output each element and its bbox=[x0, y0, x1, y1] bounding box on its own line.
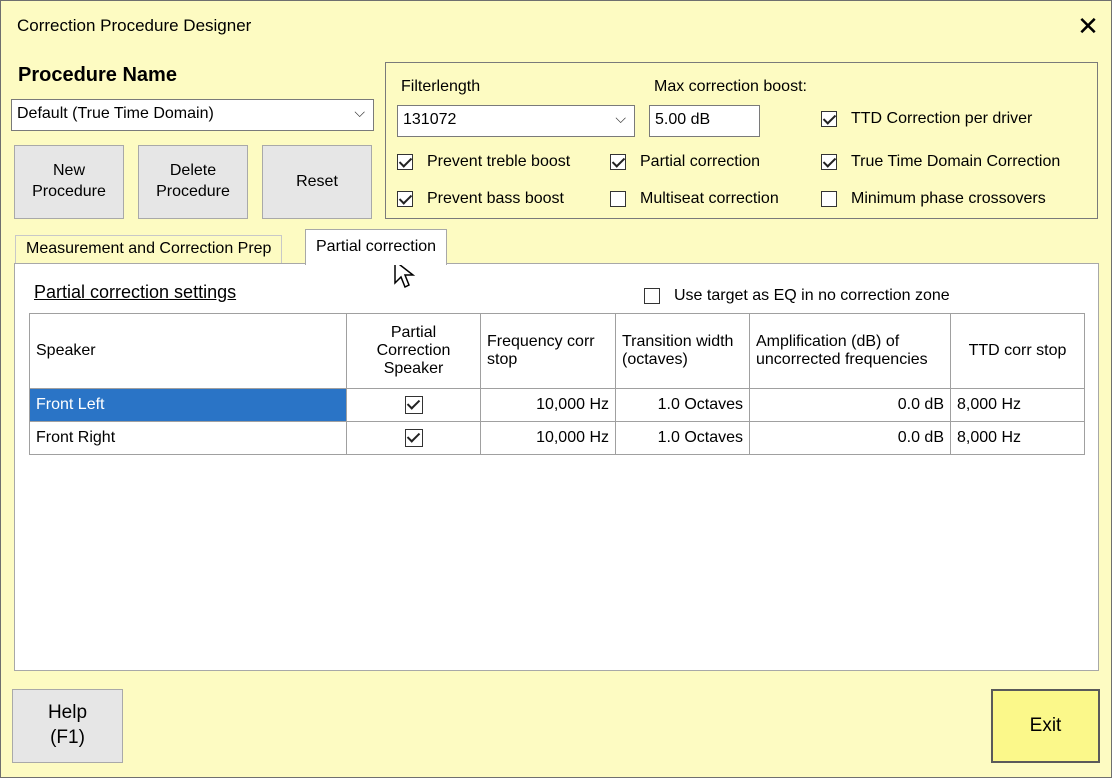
multiseat-correction-checkbox[interactable]: Multiseat correction bbox=[610, 190, 779, 208]
prevent-bass-boost-checkbox[interactable]: Prevent bass boost bbox=[397, 190, 564, 208]
checkbox-icon bbox=[821, 191, 837, 207]
max-boost-input[interactable]: 5.00 dB bbox=[649, 105, 760, 137]
checkbox-label: Minimum phase crossovers bbox=[851, 190, 1046, 207]
filterlength-select[interactable]: 131072 ⌵ bbox=[397, 105, 635, 137]
window-title: Correction Procedure Designer bbox=[17, 16, 252, 35]
checkbox-label: Multiseat correction bbox=[640, 190, 779, 207]
column-header-ttd[interactable]: TTD corr stop bbox=[950, 313, 1085, 389]
checkbox-icon[interactable] bbox=[404, 428, 423, 447]
reset-button[interactable]: Reset bbox=[262, 145, 372, 219]
column-header-partial[interactable]: Partial Correction Speaker bbox=[346, 313, 481, 389]
amp-cell[interactable]: 0.0 dB bbox=[749, 388, 951, 422]
column-header-transition[interactable]: Transition width (octaves) bbox=[615, 313, 750, 389]
checkbox-icon bbox=[610, 154, 626, 170]
checkbox-label: Use target as EQ in no correction zone bbox=[674, 287, 950, 304]
column-header-amplification[interactable]: Amplification (dB) of uncorrected freque… bbox=[749, 313, 951, 389]
new-procedure-button[interactable]: New Procedure bbox=[14, 145, 124, 219]
checkbox-label: Prevent bass boost bbox=[427, 190, 564, 207]
freq-cell[interactable]: 10,000 Hz bbox=[480, 421, 616, 455]
delete-procedure-button[interactable]: Delete Procedure bbox=[138, 145, 248, 219]
close-icon[interactable]: ✕ bbox=[1071, 9, 1105, 43]
partial-correction-checkbox[interactable]: Partial correction bbox=[610, 153, 760, 171]
procedure-name-label: Procedure Name bbox=[18, 64, 177, 86]
speaker-table: Speaker Partial Correction Speaker Frequ… bbox=[29, 313, 1085, 455]
tab-partial-correction[interactable]: Partial correction bbox=[305, 229, 448, 265]
partial-checkbox-cell[interactable] bbox=[346, 421, 481, 455]
title-bar: Correction Procedure Designer ✕ bbox=[1, 1, 1111, 51]
exit-button[interactable]: Exit bbox=[991, 689, 1100, 763]
column-header-frequency[interactable]: Frequency corr stop bbox=[480, 313, 616, 389]
true-time-domain-checkbox[interactable]: True Time Domain Correction bbox=[821, 153, 1060, 171]
checkbox-label: Prevent treble boost bbox=[427, 153, 571, 170]
table-row[interactable]: Front Right 10,000 Hz 1.0 Octaves 0.0 dB… bbox=[29, 421, 1085, 455]
transition-cell[interactable]: 1.0 Octaves bbox=[615, 421, 750, 455]
transition-cell[interactable]: 1.0 Octaves bbox=[615, 388, 750, 422]
procedure-select[interactable]: Default (True Time Domain) ⌵ bbox=[11, 99, 374, 131]
checkbox-icon bbox=[397, 191, 413, 207]
use-target-eq-checkbox[interactable]: Use target as EQ in no correction zone bbox=[644, 287, 950, 305]
checkbox-label: Partial correction bbox=[640, 153, 761, 170]
speaker-cell[interactable]: Front Right bbox=[29, 421, 347, 455]
chevron-down-icon: ⌵ bbox=[354, 104, 365, 120]
checkbox-icon bbox=[397, 154, 413, 170]
amp-cell[interactable]: 0.0 dB bbox=[749, 421, 951, 455]
partial-checkbox-cell[interactable] bbox=[346, 388, 481, 422]
tab-measurement-correction-prep[interactable]: Measurement and Correction Prep bbox=[15, 235, 283, 263]
ttd-cell[interactable]: 8,000 Hz bbox=[950, 388, 1085, 422]
filterlength-value: 131072 bbox=[403, 111, 457, 128]
checkbox-icon bbox=[610, 191, 626, 207]
checkbox-icon bbox=[821, 154, 837, 170]
dialog-window: Correction Procedure Designer ✕ Procedur… bbox=[0, 0, 1112, 778]
procedure-select-value: Default (True Time Domain) bbox=[17, 105, 214, 122]
checkbox-icon bbox=[821, 111, 837, 127]
ttd-cell[interactable]: 8,000 Hz bbox=[950, 421, 1085, 455]
table-header-row: Speaker Partial Correction Speaker Frequ… bbox=[29, 313, 1085, 389]
checkbox-label: TTD Correction per driver bbox=[851, 110, 1033, 127]
checkbox-icon[interactable] bbox=[404, 395, 423, 414]
freq-cell[interactable]: 10,000 Hz bbox=[480, 388, 616, 422]
max-boost-label: Max correction boost: bbox=[654, 78, 807, 95]
table-row[interactable]: Front Left 10,000 Hz 1.0 Octaves 0.0 dB … bbox=[29, 388, 1085, 422]
speaker-cell[interactable]: Front Left bbox=[29, 388, 347, 422]
ttd-per-driver-checkbox[interactable]: TTD Correction per driver bbox=[821, 110, 1032, 128]
prevent-treble-boost-checkbox[interactable]: Prevent treble boost bbox=[397, 153, 570, 171]
help-button[interactable]: Help (F1) bbox=[12, 689, 123, 763]
chevron-down-icon: ⌵ bbox=[615, 110, 626, 126]
checkbox-icon bbox=[644, 288, 660, 304]
filterlength-label: Filterlength bbox=[401, 78, 481, 95]
column-header-speaker[interactable]: Speaker bbox=[29, 313, 347, 389]
minimum-phase-crossovers-checkbox[interactable]: Minimum phase crossovers bbox=[821, 190, 1046, 208]
partial-settings-title: Partial correction settings bbox=[34, 282, 237, 302]
checkbox-label: True Time Domain Correction bbox=[851, 153, 1061, 170]
max-boost-value: 5.00 dB bbox=[655, 111, 711, 128]
